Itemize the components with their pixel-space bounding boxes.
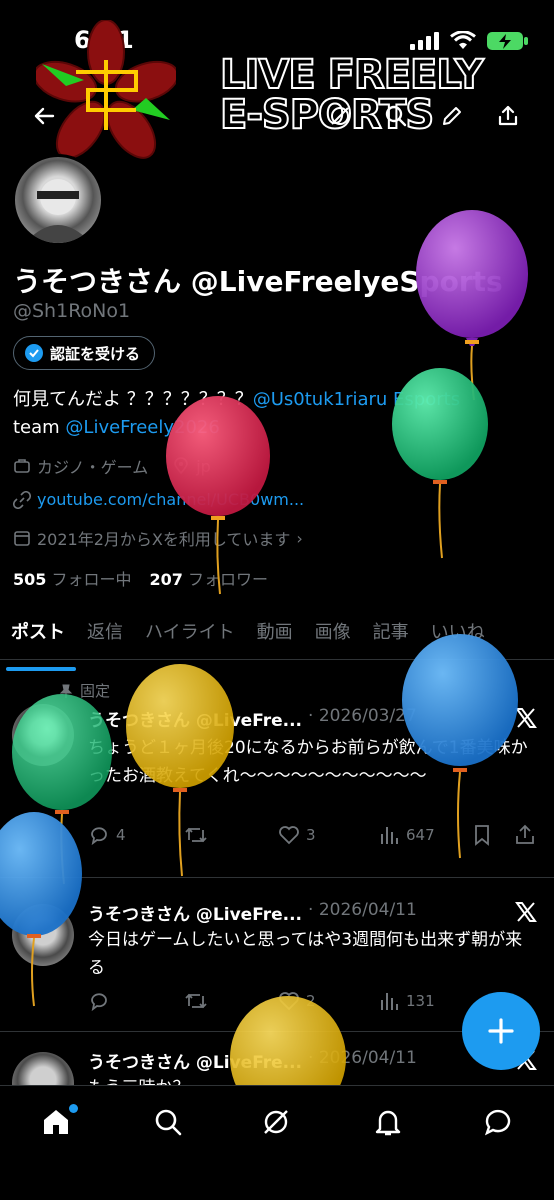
views-icon	[381, 993, 398, 1010]
tab-highlights[interactable]: ハイライト	[134, 610, 246, 659]
briefcase-icon	[14, 459, 30, 473]
following-count: 505	[13, 570, 47, 589]
nav-messages[interactable]	[476, 1100, 520, 1144]
balloon-red	[166, 396, 270, 595]
tab-posts[interactable]: ポスト	[0, 610, 76, 671]
like-count: 3	[306, 826, 316, 844]
nav-home[interactable]	[34, 1100, 78, 1144]
messages-icon	[484, 1109, 511, 1136]
balloon-blue	[402, 634, 518, 859]
plus-icon	[488, 1018, 514, 1044]
compose-post-button[interactable]	[462, 992, 540, 1070]
bottom-navigation	[0, 1085, 554, 1200]
profile-handle: @Sh1RoNo1	[13, 300, 131, 322]
repost-button[interactable]	[184, 990, 214, 1012]
banner-logo-text: LIVE FREELY E-SPORTS	[219, 52, 485, 138]
grok-icon	[331, 107, 349, 125]
get-verified-label: 認証を受ける	[50, 344, 141, 363]
tab-photos[interactable]: 画像	[304, 610, 362, 659]
view-count: 131	[406, 992, 435, 1010]
balloon-green	[392, 368, 488, 559]
notifications-icon	[375, 1110, 401, 1136]
home-notification-dot	[69, 1104, 78, 1113]
home-icon	[44, 1110, 68, 1134]
nav-grok[interactable]	[254, 1100, 298, 1144]
share-icon	[498, 105, 518, 126]
grok-button[interactable]	[322, 98, 358, 134]
status-icons	[410, 30, 530, 52]
balloon-yellow-2	[230, 996, 346, 1088]
nav-notifications[interactable]	[366, 1100, 410, 1144]
following-label: フォロー中	[51, 570, 132, 589]
link-icon	[13, 490, 31, 509]
search-icon	[385, 105, 407, 127]
wifi-icon	[450, 31, 476, 49]
views-icon	[381, 827, 398, 844]
nav-search[interactable]	[146, 1100, 190, 1144]
post-text: 今日はゲームしたいと思ってはや3週間何も出来ず朝が来る	[88, 930, 523, 978]
like-button[interactable]: 3	[278, 824, 316, 846]
bio-text-2: team	[13, 417, 66, 438]
views-button[interactable]: 131	[378, 990, 435, 1012]
chevron-right-icon: ›	[296, 528, 303, 548]
search-icon	[155, 1109, 182, 1136]
balloon-blue-2	[0, 812, 82, 1007]
x-logo-icon	[515, 902, 537, 922]
grok-icon	[264, 1110, 288, 1134]
post-avatar[interactable]	[12, 1052, 74, 1085]
repost-icon	[185, 993, 207, 1009]
reply-button[interactable]	[88, 990, 116, 1012]
profile-avatar[interactable]	[12, 154, 104, 246]
edit-button[interactable]	[434, 98, 470, 134]
battery-charging-icon	[487, 32, 528, 50]
post-author[interactable]: うそつきさん @LiveFre...	[88, 900, 302, 925]
back-arrow-icon	[34, 107, 55, 125]
calendar-icon	[14, 531, 30, 546]
post-header: うそつきさん @LiveFre... · 2026/04/11	[88, 900, 417, 925]
heart-icon	[279, 826, 299, 845]
reply-icon	[91, 993, 107, 1012]
tab-videos[interactable]: 動画	[246, 610, 304, 659]
edit-icon	[443, 107, 461, 125]
verified-badge-icon	[25, 344, 43, 362]
get-verified-button[interactable]: 認証を受ける	[13, 336, 156, 370]
post-date[interactable]: · 2026/04/11	[308, 900, 417, 925]
tab-replies[interactable]: 返信	[76, 610, 134, 659]
back-button[interactable]	[26, 98, 62, 134]
banner-logo	[33, 19, 179, 170]
category-text: カジノ・ゲーム	[37, 458, 149, 477]
share-button[interactable]	[490, 98, 526, 134]
following-link[interactable]: 505 フォロー中	[13, 566, 132, 590]
balloon-yellow	[126, 664, 234, 877]
search-button[interactable]	[378, 98, 414, 134]
signal-icon	[410, 32, 439, 50]
